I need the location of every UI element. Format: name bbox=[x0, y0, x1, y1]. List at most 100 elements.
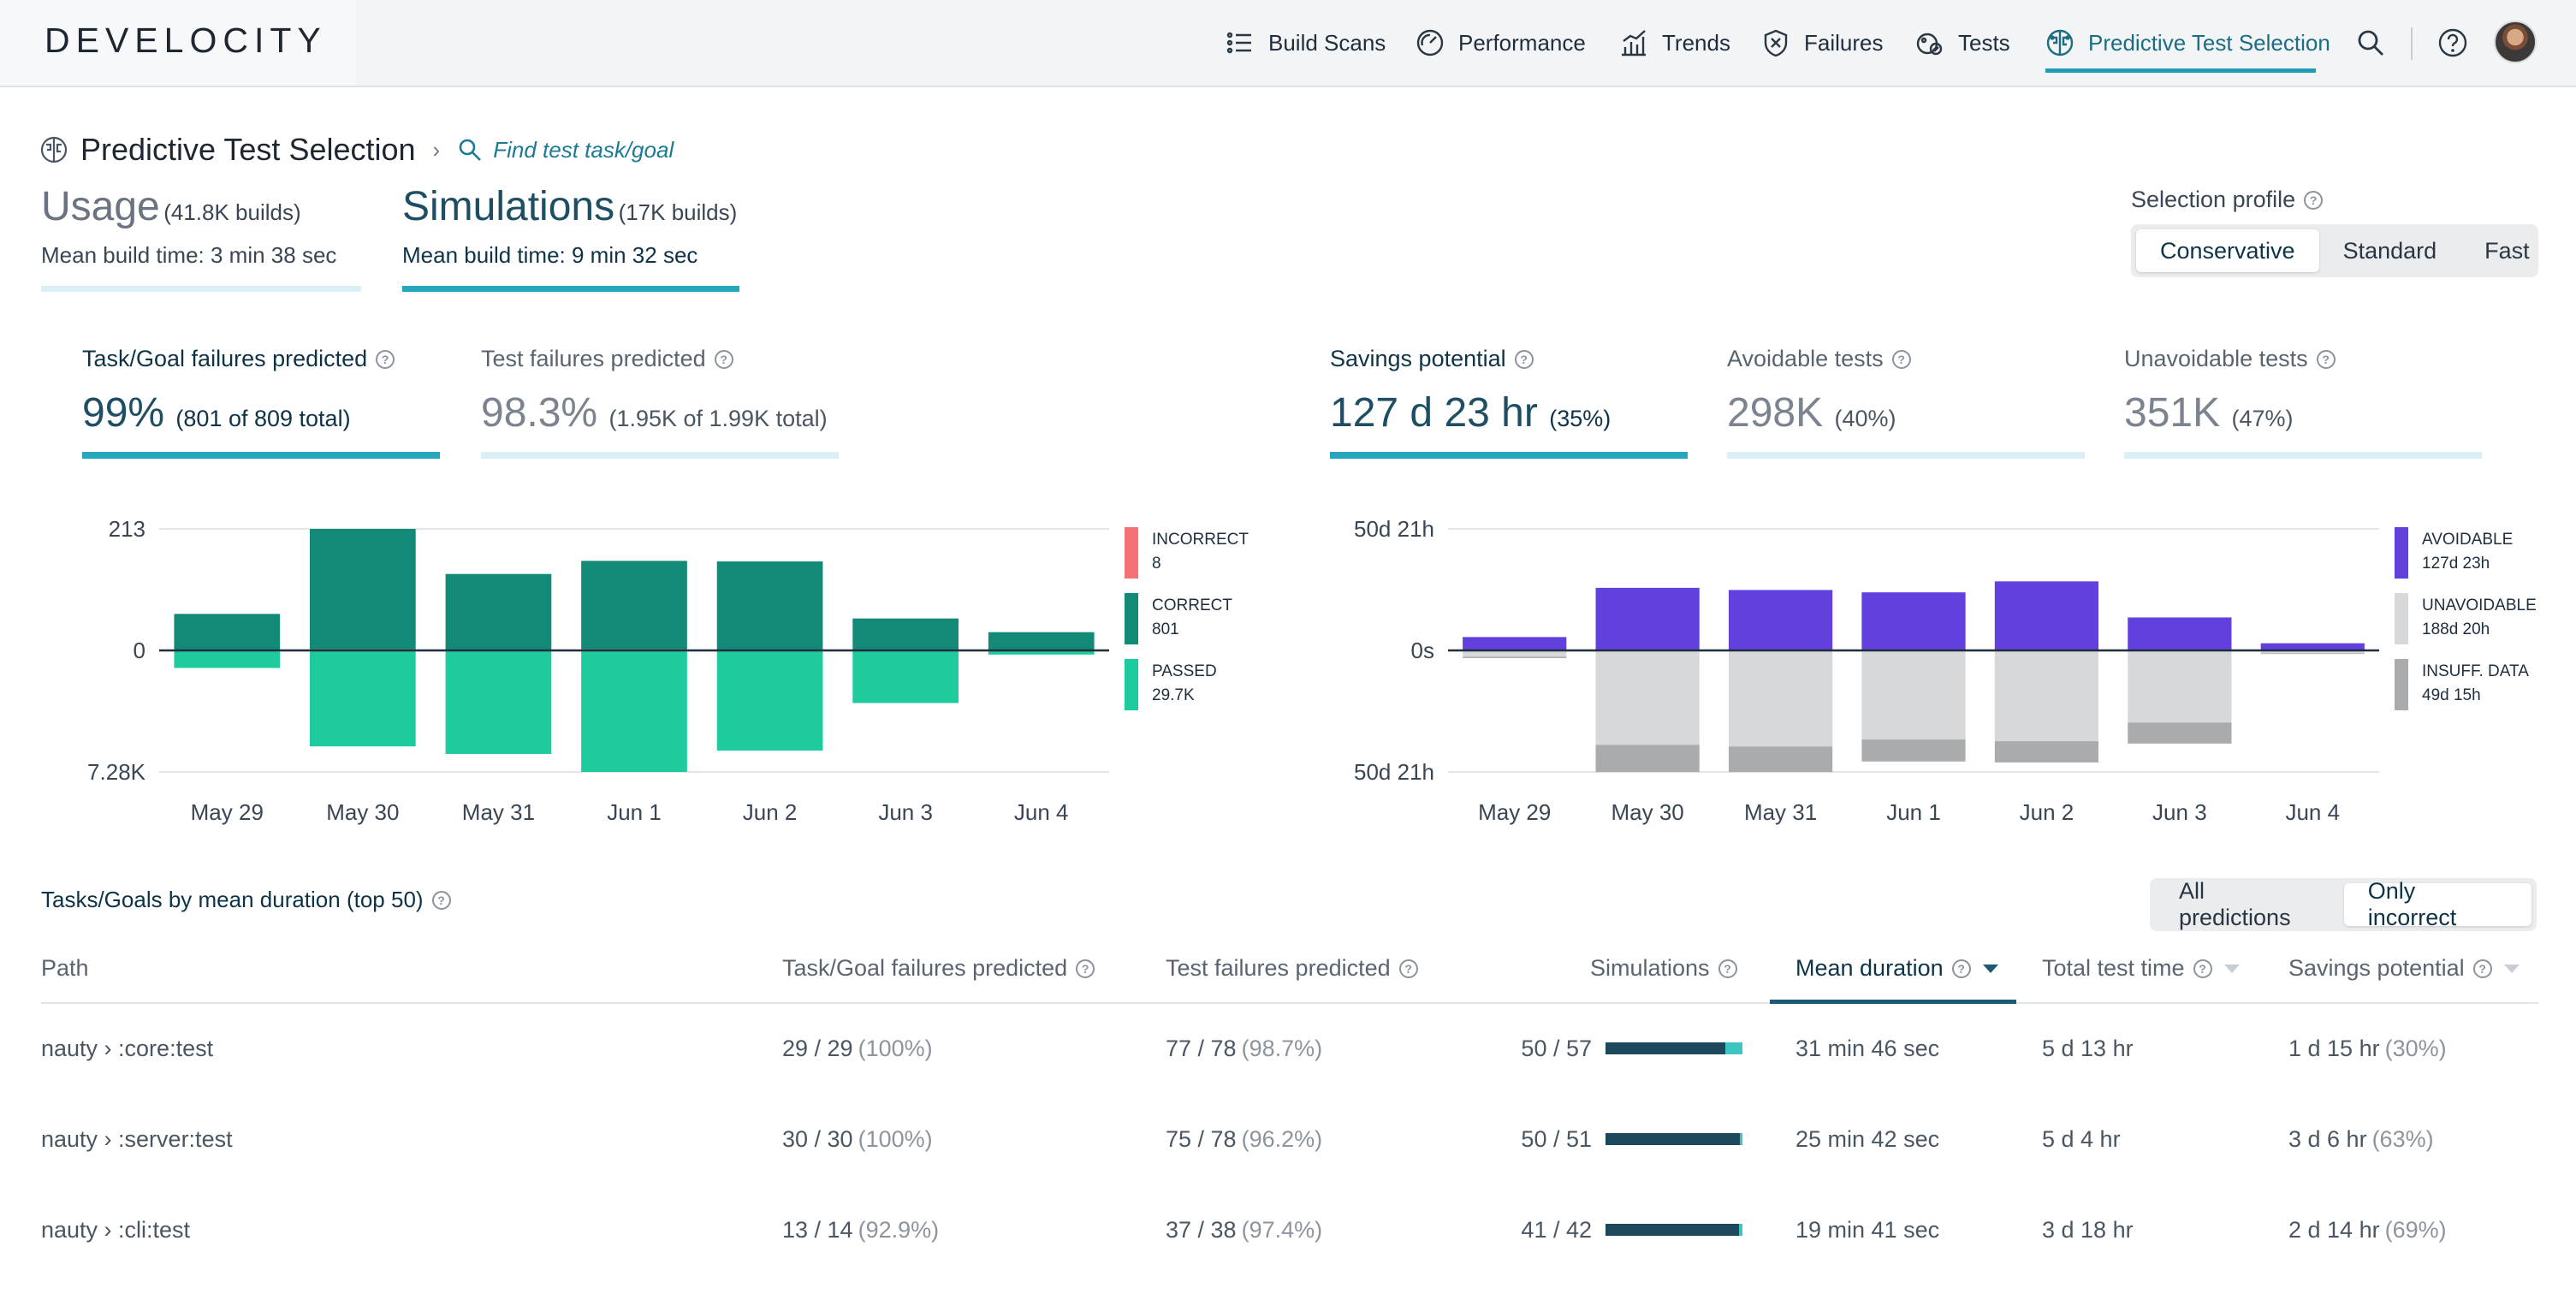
legend-series-value: 127d 23h bbox=[2422, 555, 2490, 573]
bar-correct bbox=[581, 561, 687, 650]
cell-test-pred: 75 / 78 (96.2%) bbox=[1166, 1094, 1322, 1184]
value: 30 / 30 bbox=[782, 1125, 853, 1152]
percent: (92.9%) bbox=[858, 1216, 940, 1243]
cell-savings: 1 d 15 hr (30%) bbox=[2288, 1003, 2447, 1094]
x-tick-label: May 31 bbox=[1744, 799, 1817, 825]
help-icon[interactable]: ? bbox=[431, 890, 451, 910]
col-path[interactable]: Path bbox=[41, 955, 89, 982]
value: 29 / 29 bbox=[782, 1035, 853, 1061]
bar-correct bbox=[174, 614, 281, 650]
help-icon[interactable]: ? bbox=[1951, 959, 1971, 978]
percent: (97.4%) bbox=[1241, 1216, 1323, 1243]
cell-savings: 3 d 6 hr (63%) bbox=[2288, 1094, 2434, 1184]
percent: (100%) bbox=[858, 1035, 933, 1061]
bar-avoidable bbox=[1463, 637, 1567, 650]
table-row[interactable]: nauty › :server:test 30 / 30 (100%) 75 / … bbox=[0, 1094, 2576, 1184]
legend-series-value: 8 bbox=[1152, 555, 1161, 573]
col-total-test-time[interactable]: Total test time? bbox=[2042, 955, 2240, 982]
col-mean-duration[interactable]: Mean duration? bbox=[1795, 955, 1998, 982]
bar-insuff-data bbox=[1595, 745, 1700, 773]
sort-desc-icon bbox=[1982, 964, 1998, 973]
y-tick-label: 7.28K bbox=[87, 759, 146, 785]
legend-swatch bbox=[2395, 593, 2408, 644]
col-test-failures-predicted[interactable]: Test failures predicted? bbox=[1166, 955, 1418, 982]
bar-passed bbox=[852, 650, 959, 703]
col-savings-potential[interactable]: Savings potential? bbox=[2288, 955, 2520, 982]
cell-simulations: 50 / 51 bbox=[1521, 1125, 1592, 1152]
value: 75 / 78 bbox=[1166, 1125, 1237, 1152]
bar-insuff-data bbox=[1463, 656, 1567, 658]
cell-simulations: 41 / 42 bbox=[1521, 1216, 1592, 1243]
filter-all-predictions[interactable]: All predictions bbox=[2155, 878, 2344, 930]
column-label: Task/Goal failures predicted bbox=[782, 955, 1068, 981]
simulations-bar bbox=[1606, 1042, 1742, 1054]
bar-correct bbox=[310, 529, 416, 650]
x-tick-label: Jun 3 bbox=[2152, 799, 2207, 825]
x-tick-label: Jun 2 bbox=[2020, 799, 2074, 825]
help-icon[interactable]: ? bbox=[1718, 959, 1737, 978]
cell-path[interactable]: nauty › :cli:test bbox=[41, 1184, 190, 1275]
column-label: Total test time bbox=[2042, 955, 2185, 981]
bar-correct bbox=[852, 618, 959, 650]
legend-series-value: 29.7K bbox=[1152, 686, 1195, 704]
table-row[interactable]: nauty › :cli:test 13 / 14 (92.9%) 37 / 38… bbox=[0, 1184, 2576, 1275]
y-tick-label: 50d 21h bbox=[1354, 516, 1434, 542]
cell-total-test-time: 5 d 4 hr bbox=[2042, 1125, 2121, 1152]
column-label: Test failures predicted bbox=[1166, 955, 1391, 981]
help-icon[interactable]: ? bbox=[2472, 959, 2492, 978]
column-label: Savings potential bbox=[2288, 955, 2465, 981]
legend-series-value: 49d 15h bbox=[2422, 686, 2481, 704]
sort-icon bbox=[2223, 964, 2240, 973]
filter-only-incorrect[interactable]: Only incorrect bbox=[2343, 878, 2531, 930]
help-icon[interactable]: ? bbox=[1076, 959, 1095, 978]
legend-series-name: CORRECT bbox=[1152, 597, 1232, 614]
legend-swatch bbox=[2395, 659, 2408, 710]
percent: (100%) bbox=[858, 1125, 933, 1152]
bar-avoidable bbox=[1861, 592, 1966, 650]
cell-task-pred: 30 / 30 (100%) bbox=[782, 1094, 933, 1184]
bar-avoidable bbox=[1595, 587, 1700, 650]
predictions-filter-toggle: All predictions Only incorrect bbox=[2150, 878, 2537, 931]
cell-savings: 2 d 14 hr (69%) bbox=[2288, 1184, 2447, 1275]
legend-series-value: 188d 20h bbox=[2422, 620, 2490, 638]
cell-test-pred: 37 / 38 (97.4%) bbox=[1166, 1184, 1322, 1275]
legend-series-value: 801 bbox=[1152, 620, 1179, 638]
legend-swatch bbox=[2395, 527, 2408, 579]
x-tick-label: May 31 bbox=[462, 799, 535, 825]
cell-total-test-time: 5 d 13 hr bbox=[2042, 1035, 2134, 1061]
cell-mean-duration: 31 min 46 sec bbox=[1795, 1035, 1940, 1061]
x-tick-label: May 30 bbox=[326, 799, 399, 825]
column-label: Mean duration bbox=[1795, 955, 1944, 981]
bar-passed bbox=[310, 650, 416, 747]
value: 2 d 14 hr bbox=[2288, 1216, 2380, 1243]
legend-series-name: PASSED bbox=[1152, 662, 1217, 680]
cell-path[interactable]: nauty › :core:test bbox=[41, 1003, 213, 1094]
bar-correct bbox=[716, 561, 823, 650]
cell-path[interactable]: nauty › :server:test bbox=[41, 1094, 233, 1184]
x-tick-label: May 29 bbox=[1478, 799, 1551, 825]
bar-insuff-data bbox=[1861, 739, 1966, 762]
help-icon[interactable]: ? bbox=[2193, 959, 2212, 978]
simulations-bar-remainder bbox=[1739, 1133, 1742, 1145]
help-icon[interactable]: ? bbox=[1398, 959, 1418, 978]
col-task-failures-predicted[interactable]: Task/Goal failures predicted? bbox=[782, 955, 1095, 982]
legend-swatch bbox=[1125, 527, 1138, 579]
table-row[interactable]: nauty › :core:test 29 / 29 (100%) 77 / 78… bbox=[0, 1003, 2576, 1094]
table-title-text: Tasks/Goals by mean duration (top 50) bbox=[41, 887, 424, 912]
bar-unavoidable bbox=[1861, 650, 1966, 740]
y-tick-label: 213 bbox=[109, 516, 145, 542]
bar-passed bbox=[445, 650, 552, 754]
bar-passed bbox=[581, 650, 687, 772]
value: 77 / 78 bbox=[1166, 1035, 1237, 1061]
column-label: Path bbox=[41, 955, 89, 981]
cell-mean-duration: 19 min 41 sec bbox=[1795, 1216, 1940, 1243]
table-title: Tasks/Goals by mean duration (top 50) ? bbox=[41, 887, 451, 913]
col-simulations[interactable]: Simulations? bbox=[1590, 955, 1737, 982]
bar-correct bbox=[988, 632, 1095, 650]
bar-insuff-data bbox=[1994, 741, 2099, 763]
simulations-bar bbox=[1606, 1133, 1742, 1145]
bar-avoidable bbox=[2260, 643, 2365, 650]
x-tick-label: May 30 bbox=[1611, 799, 1684, 825]
cell-mean-duration: 25 min 42 sec bbox=[1795, 1125, 1940, 1152]
value: 1 d 15 hr bbox=[2288, 1035, 2380, 1061]
